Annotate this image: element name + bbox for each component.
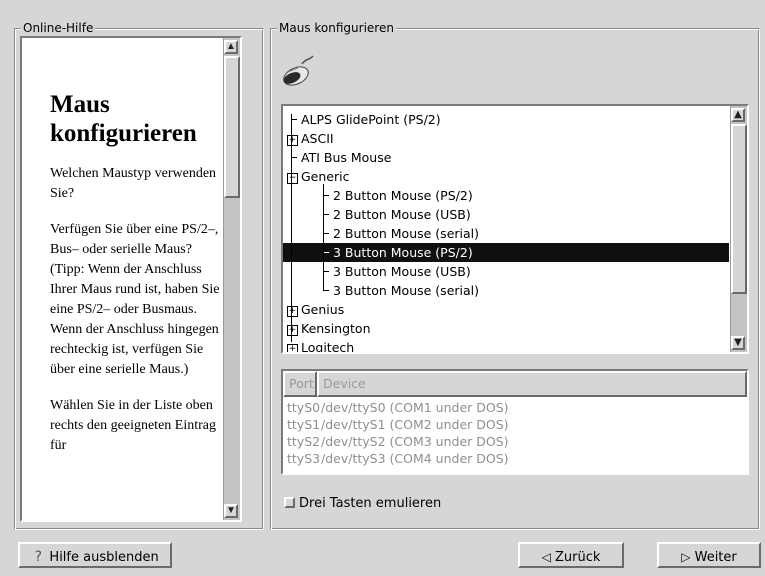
- checkbox-box[interactable]: [284, 497, 295, 508]
- back-label: Zurück: [554, 550, 601, 565]
- tree-item-label: ATI Bus Mouse: [301, 150, 392, 165]
- help-pane[interactable]: Maus konfigurieren Welchen Maustyp verwe…: [20, 36, 242, 522]
- collapse-icon[interactable]: −: [287, 173, 298, 184]
- scroll-down-arrow-icon[interactable]: ▼: [731, 336, 745, 350]
- help-title: Maus konfigurieren: [50, 91, 197, 147]
- device-cell: /dev/ttyS1 (COM2 under DOS): [321, 417, 509, 432]
- tree-item-label: Generic: [301, 169, 350, 184]
- port-cell: ttyS3: [287, 451, 321, 466]
- port-row[interactable]: ttyS3/dev/ttyS3 (COM4 under DOS): [287, 451, 509, 467]
- port-column-header[interactable]: Port: [283, 371, 317, 397]
- tree-item[interactable]: 3 Button Mouse (serial): [283, 281, 729, 300]
- help-scroll-thumb[interactable]: [224, 56, 240, 198]
- tree-item-label: Genius: [301, 302, 345, 317]
- tree-scrollbar[interactable]: ▲ ▼: [730, 106, 747, 352]
- port-row[interactable]: ttyS0/dev/ttyS0 (COM1 under DOS): [287, 400, 509, 416]
- expand-icon[interactable]: +: [287, 306, 298, 317]
- scroll-up-arrow-icon[interactable]: ▲: [731, 108, 745, 122]
- tree-item-label: Kensington: [301, 321, 371, 336]
- tree-guide-line: [291, 114, 292, 342]
- tree-item-label: ASCII: [301, 131, 334, 146]
- next-arrow-icon: ▷: [681, 550, 691, 564]
- next-button[interactable]: ▷ Weiter: [657, 542, 761, 568]
- help-paragraph: Welchen Maustyp verwenden Sie?: [50, 166, 217, 201]
- tree-scroll-thumb[interactable]: [731, 124, 747, 294]
- port-row[interactable]: ttyS1/dev/ttyS1 (COM2 under DOS): [287, 417, 509, 433]
- tree-item-label: 2 Button Mouse (serial): [333, 226, 480, 241]
- tree-item[interactable]: 2 Button Mouse (USB): [283, 205, 729, 224]
- back-button[interactable]: ◁ Zurück: [518, 542, 624, 568]
- back-arrow-icon: ◁: [541, 550, 551, 564]
- next-label: Weiter: [694, 550, 737, 565]
- tree-item-label: ALPS GlidePoint (PS/2): [301, 112, 441, 127]
- scroll-down-arrow-icon[interactable]: ▼: [224, 504, 238, 518]
- tree-item[interactable]: 2 Button Mouse (serial): [283, 224, 729, 243]
- expand-icon[interactable]: +: [287, 325, 298, 336]
- device-cell: /dev/ttyS0 (COM1 under DOS): [321, 400, 509, 415]
- tree-item-label: 3 Button Mouse (PS/2): [333, 245, 473, 260]
- tree-item-label: 3 Button Mouse (USB): [333, 264, 471, 279]
- port-cell: ttyS1: [287, 417, 321, 432]
- port-list-header: Port Device: [283, 371, 747, 397]
- port-list[interactable]: Port Device ttyS0/dev/ttyS0 (COM1 under …: [281, 369, 749, 475]
- tree-item[interactable]: 3 Button Mouse (USB): [283, 262, 729, 281]
- help-paragraph: Verfügen Sie über eine PS/2–, Bus– oder …: [50, 222, 220, 377]
- hide-help-button[interactable]: ? Hilfe ausblenden: [18, 542, 172, 568]
- tree-item-label: Logitech: [301, 340, 355, 354]
- tree-item[interactable]: + ASCII: [283, 129, 729, 148]
- mouse-icon: [280, 54, 320, 88]
- tree-item[interactable]: 2 Button Mouse (PS/2): [283, 186, 729, 205]
- tree-item-selected[interactable]: 3 Button Mouse (PS/2): [283, 243, 729, 262]
- tree-item[interactable]: ATI Bus Mouse: [283, 148, 729, 167]
- tree-item-label: 2 Button Mouse (USB): [333, 207, 471, 222]
- emulate-three-buttons-checkbox[interactable]: Drei Tasten emulieren: [284, 495, 441, 513]
- hide-help-label: Hilfe ausblenden: [49, 550, 159, 565]
- help-scrollbar[interactable]: ▲ ▼: [223, 38, 240, 520]
- device-column-header[interactable]: Device: [317, 371, 747, 397]
- tree-item[interactable]: + Logitech: [283, 338, 729, 354]
- scroll-up-arrow-icon[interactable]: ▲: [224, 40, 238, 54]
- device-cell: /dev/ttyS2 (COM3 under DOS): [321, 434, 509, 449]
- help-legend: Online-Hilfe: [21, 20, 96, 36]
- tree-item-label: 3 Button Mouse (serial): [333, 283, 480, 298]
- port-row[interactable]: ttyS2/dev/ttyS2 (COM3 under DOS): [287, 434, 509, 450]
- tree-item[interactable]: − Generic: [283, 167, 729, 186]
- device-cell: /dev/ttyS3 (COM4 under DOS): [321, 451, 509, 466]
- port-cell: ttyS2: [287, 434, 321, 449]
- tree-item-label: 2 Button Mouse (PS/2): [333, 188, 473, 203]
- tree-item[interactable]: ALPS GlidePoint (PS/2): [283, 110, 729, 129]
- emulate-label: Drei Tasten emulieren: [299, 496, 442, 511]
- expand-icon[interactable]: +: [287, 344, 298, 352]
- help-paragraph: Wählen Sie in der Liste oben rechts den …: [50, 398, 216, 453]
- tree-guide-line: [323, 184, 324, 291]
- mouse-type-tree[interactable]: ALPS GlidePoint (PS/2) + ASCII ATI Bus Mous…: [281, 104, 749, 354]
- tree-item[interactable]: + Genius: [283, 300, 729, 319]
- help-question-icon: ?: [34, 549, 42, 565]
- mouse-config-legend: Maus konfigurieren: [277, 20, 396, 36]
- tree-item[interactable]: + Kensington: [283, 319, 729, 338]
- port-cell: ttyS0: [287, 400, 321, 415]
- expand-icon[interactable]: +: [287, 135, 298, 146]
